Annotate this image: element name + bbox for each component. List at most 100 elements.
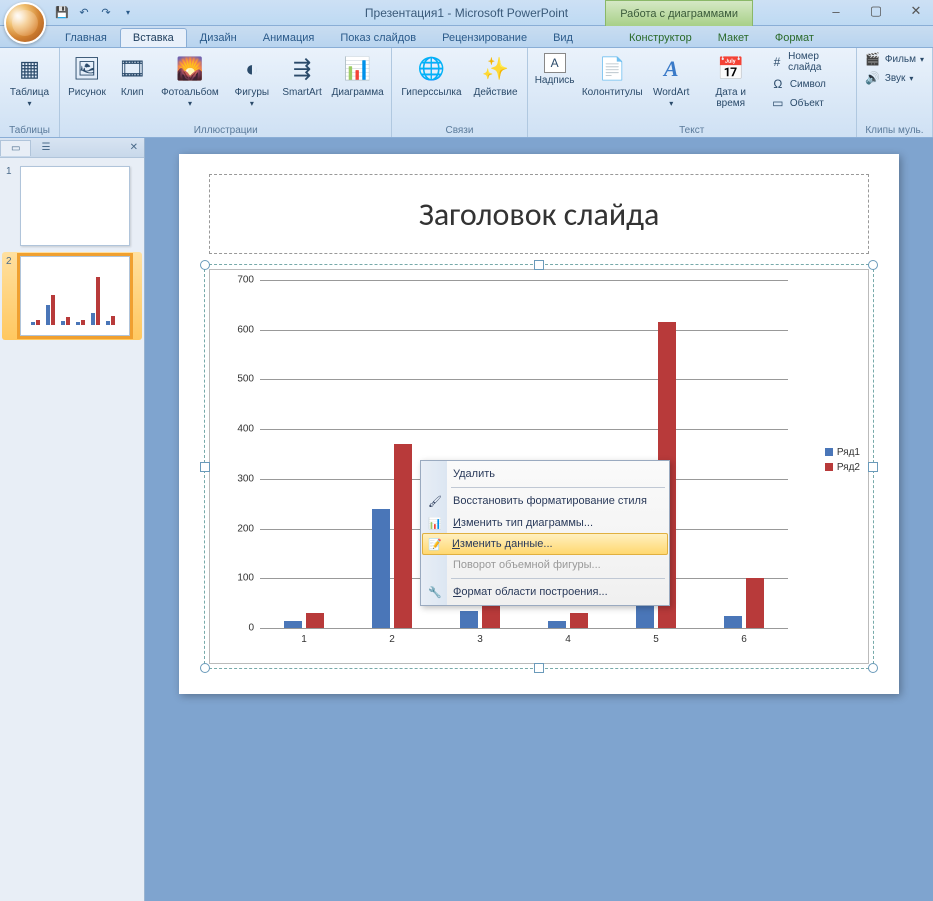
object-button[interactable]: ▭Объект	[766, 94, 852, 112]
resize-handle[interactable]	[868, 663, 878, 673]
office-button[interactable]	[4, 2, 46, 44]
chart-button[interactable]: 📊Диаграмма	[328, 50, 388, 101]
window-title: Презентация1 - Microsoft PowerPoint	[365, 6, 568, 20]
chart-bar[interactable]	[372, 509, 390, 628]
thumbs-tab-outline[interactable]: ☰	[31, 140, 60, 155]
chart-bar[interactable]	[306, 613, 324, 628]
textbox-button[interactable]: AНадпись	[532, 50, 578, 89]
y-axis-label: 400	[237, 424, 254, 435]
resize-handle[interactable]	[868, 260, 878, 270]
chart-bar[interactable]	[746, 578, 764, 628]
save-icon[interactable]: 💾	[52, 3, 72, 23]
group-label: Иллюстрации	[64, 124, 387, 137]
smartart-icon: ⇶	[286, 53, 318, 85]
resize-handle[interactable]	[200, 260, 210, 270]
tab-review[interactable]: Рецензирование	[429, 28, 540, 47]
minimize-icon[interactable]: –	[823, 2, 849, 20]
maximize-icon[interactable]: ▢	[863, 2, 889, 20]
tab-insert[interactable]: Вставка	[120, 28, 187, 47]
tab-slideshow[interactable]: Показ слайдов	[327, 28, 429, 47]
ctx-format-plot[interactable]: 🔧Формат области построения...	[423, 581, 667, 603]
close-icon[interactable]: ✕	[903, 2, 929, 20]
action-button[interactable]: ✨Действие	[469, 50, 523, 101]
slide-title-placeholder[interactable]: Заголовок слайда	[209, 174, 869, 254]
textbox-icon: A	[544, 53, 566, 73]
gridline	[260, 330, 788, 331]
thumbs-tab-slides[interactable]: ▭	[0, 140, 31, 156]
picture-button[interactable]: 🖼Рисунок	[64, 50, 110, 101]
qat-dropdown-icon[interactable]	[118, 3, 138, 23]
film-button[interactable]: 🎬Фильм	[861, 50, 928, 68]
y-axis-label: 600	[237, 324, 254, 335]
speaker-icon: 🔊	[865, 70, 881, 86]
chart-legend[interactable]: Ряд1 Ряд2	[825, 447, 860, 477]
ctx-change-type[interactable]: 📊Изменить тип диаграммы...	[423, 512, 667, 534]
object-icon: ▭	[770, 95, 786, 111]
symbol-button[interactable]: ΩСимвол	[766, 75, 852, 93]
ribbon-group-media: 🎬Фильм 🔊Звук Клипы муль.	[857, 48, 933, 137]
resize-handle[interactable]	[200, 462, 210, 472]
slide-title-text: Заголовок слайда	[419, 195, 660, 234]
chart-bar[interactable]	[394, 444, 412, 628]
x-axis-label: 3	[477, 634, 483, 645]
legend-item: Ряд2	[825, 462, 860, 473]
chart-bar[interactable]	[548, 621, 566, 628]
tab-anim[interactable]: Анимация	[250, 28, 328, 47]
film-icon: 🎬	[865, 51, 881, 67]
wordart-icon: A	[655, 53, 687, 85]
hyperlink-button[interactable]: 🌐Гиперссылка	[396, 50, 466, 101]
x-axis-label: 2	[389, 634, 395, 645]
resize-handle[interactable]	[200, 663, 210, 673]
thumb-preview	[20, 166, 130, 246]
tab-home[interactable]: Главная	[52, 28, 120, 47]
album-button[interactable]: 🌄Фотоальбом	[154, 50, 225, 112]
gridline	[260, 280, 788, 281]
slidenumber-button[interactable]: #Номер слайда	[766, 50, 852, 74]
undo-icon[interactable]: ↶	[74, 3, 94, 23]
legend-item: Ряд1	[825, 447, 860, 458]
ctx-edit-data[interactable]: 📝Изменить данные...	[422, 533, 668, 555]
y-axis-label: 700	[237, 275, 254, 286]
table-icon: ▦	[14, 53, 46, 85]
headerfooter-button[interactable]: 📄Колонтитулы	[580, 50, 645, 101]
chart-object[interactable]: 0100200300400500600700123456 Ряд1 Ряд2 У…	[209, 269, 869, 664]
ctx-delete[interactable]: Удалить	[423, 463, 667, 485]
thumb-slide-1[interactable]: 1	[6, 166, 138, 246]
action-icon: ✨	[480, 53, 512, 85]
tab-design[interactable]: Дизайн	[187, 28, 250, 47]
resize-handle[interactable]	[534, 663, 544, 673]
chart-bar[interactable]	[570, 613, 588, 628]
gridline	[260, 379, 788, 380]
ribbon-group-text: AНадпись 📄Колонтитулы AWordArt 📅Дата и в…	[528, 48, 857, 137]
smartart-button[interactable]: ⇶SmartArt	[278, 50, 326, 101]
tab-chart-design[interactable]: Конструктор	[616, 28, 705, 47]
group-label: Текст	[532, 124, 852, 137]
sound-button[interactable]: 🔊Звук	[861, 69, 928, 87]
ribbon-group-illustrations: 🖼Рисунок 🎞Клип 🌄Фотоальбом ◐Фигуры ⇶Smar…	[60, 48, 392, 137]
tab-chart-layout[interactable]: Макет	[705, 28, 762, 47]
thumb-slide-2[interactable]: 2	[2, 252, 142, 340]
clip-button[interactable]: 🎞Клип	[112, 50, 153, 101]
wordart-button[interactable]: AWordArt	[647, 50, 696, 112]
tab-chart-format[interactable]: Формат	[762, 28, 827, 47]
thumb-number: 2	[6, 256, 16, 336]
table-button[interactable]: ▦Таблица	[4, 50, 55, 112]
thumbs-close-icon[interactable]: ✕	[130, 142, 138, 153]
slide[interactable]: Заголовок слайда 01002003004005006007001…	[179, 154, 899, 694]
chart-bar[interactable]	[460, 611, 478, 628]
resize-handle[interactable]	[534, 260, 544, 270]
y-axis-label: 200	[237, 523, 254, 534]
tab-view[interactable]: Вид	[540, 28, 586, 47]
shapes-button[interactable]: ◐Фигуры	[227, 50, 276, 112]
chart-bar[interactable]	[724, 616, 742, 628]
resize-handle[interactable]	[868, 462, 878, 472]
ribbon-group-tables: ▦Таблица Таблицы	[0, 48, 60, 137]
x-axis-label: 4	[565, 634, 571, 645]
chart-icon: 📊	[342, 53, 374, 85]
chart-bar[interactable]	[284, 621, 302, 628]
redo-icon[interactable]: ↷	[96, 3, 116, 23]
titlebar: 💾 ↶ ↷ Презентация1 - Microsoft PowerPoin…	[0, 0, 933, 26]
ctx-restore-style[interactable]: 🖌Восстановить форматирование стиля	[423, 490, 667, 512]
ribbon-group-links: 🌐Гиперссылка ✨Действие Связи	[392, 48, 527, 137]
datetime-button[interactable]: 📅Дата и время	[698, 50, 764, 112]
